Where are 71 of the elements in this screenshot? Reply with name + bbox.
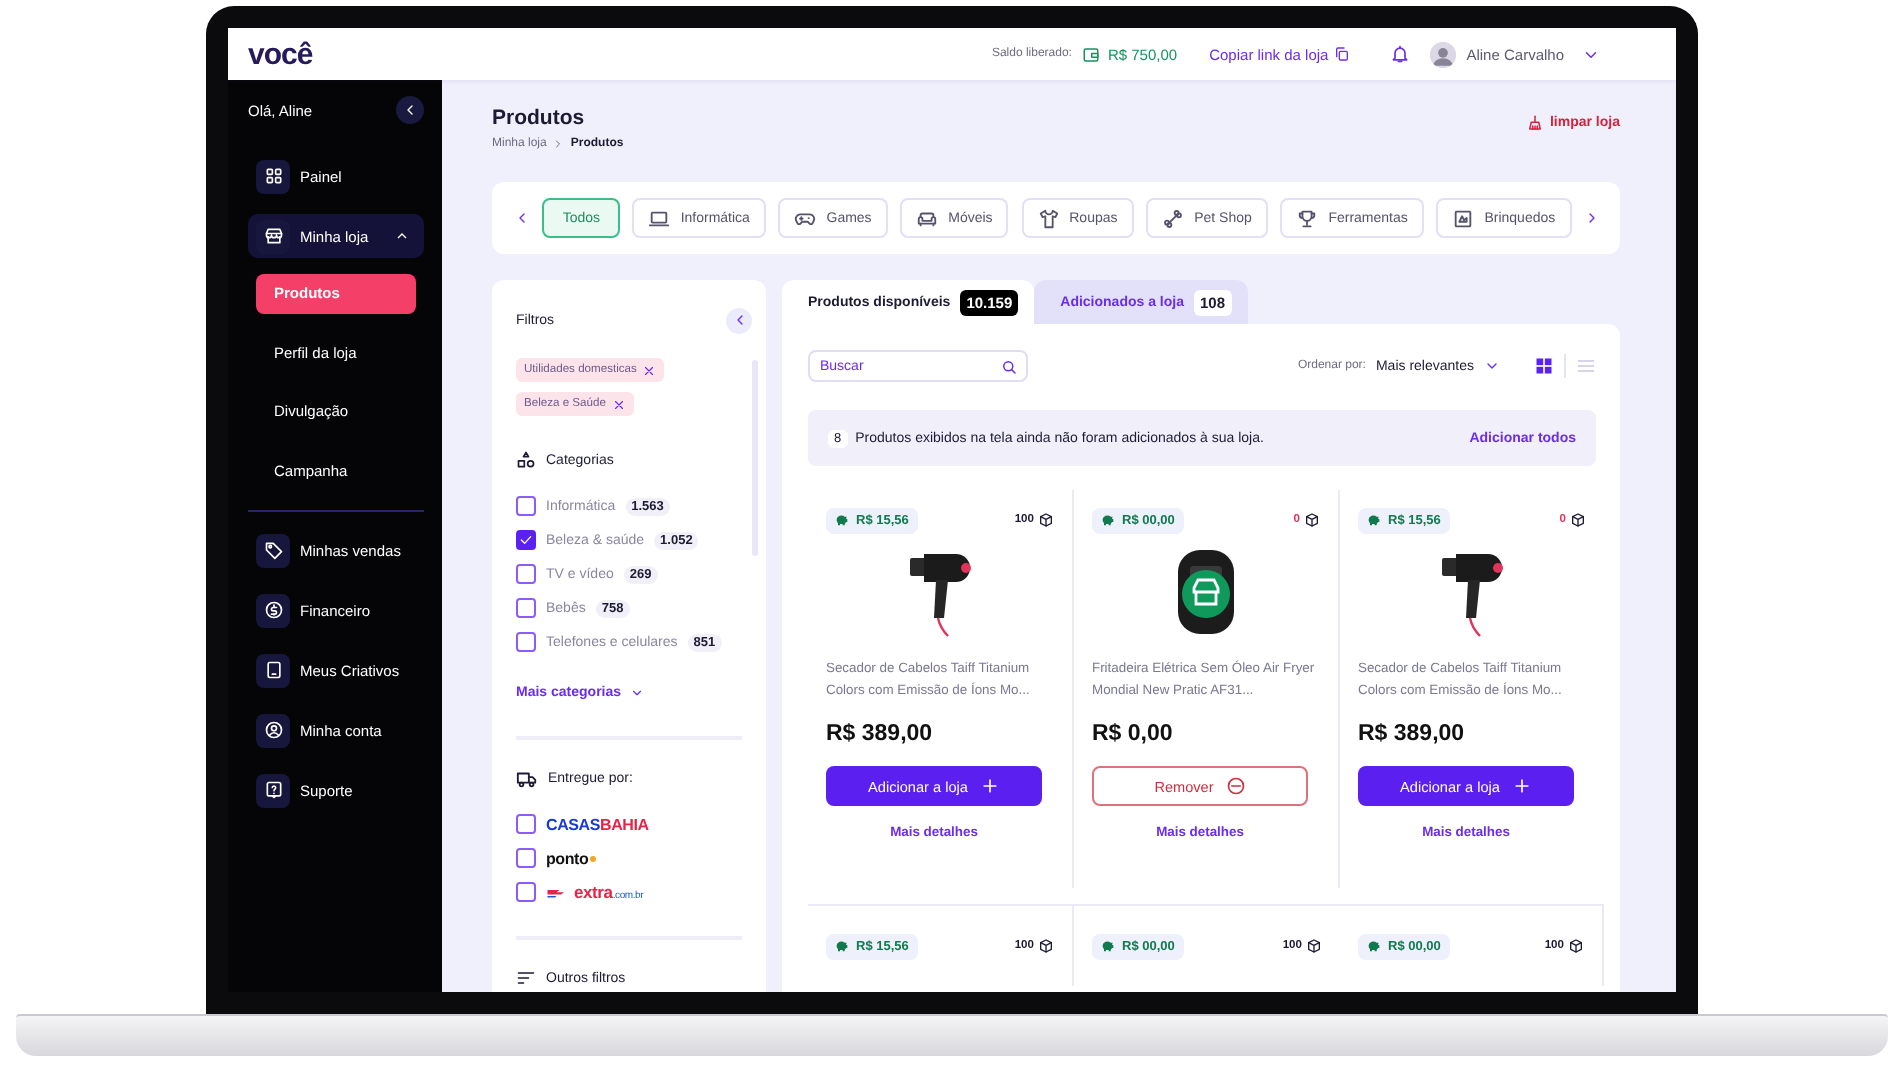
seller-logo-name: CASAS (546, 815, 601, 833)
seller-logo-name: extra (574, 882, 613, 902)
product-price: R$ 389,00 (826, 722, 933, 746)
search-icon (1000, 357, 1018, 375)
scroll-left-button[interactable] (514, 210, 530, 226)
minus-circle-icon (1225, 776, 1246, 796)
box-icon (1568, 938, 1584, 954)
notifications-button[interactable] (1390, 44, 1411, 64)
checkbox[interactable] (516, 848, 536, 868)
tablet-icon (263, 660, 283, 680)
grid-view-button[interactable] (1534, 356, 1554, 376)
checkbox[interactable] (516, 530, 536, 550)
list-view-icon (1576, 356, 1596, 376)
chevron-left-icon (402, 102, 418, 118)
wallet-icon (1081, 45, 1100, 63)
close-icon (642, 363, 657, 377)
remove-filter-button[interactable] (642, 363, 657, 377)
chevron-down-icon (1484, 358, 1500, 374)
page-title: Produtos (492, 106, 587, 130)
laptop-icon (648, 207, 671, 229)
product-price: R$ 389,00 (1358, 722, 1465, 746)
help-icon (263, 780, 283, 800)
piggy-bank-icon (1100, 512, 1116, 528)
broom-icon (1525, 114, 1544, 132)
remove-filter-button[interactable] (611, 397, 626, 411)
piggy-bank-icon (1366, 512, 1382, 528)
piggy-bank-icon (1366, 938, 1382, 954)
picture-frame-icon (1452, 207, 1475, 229)
chevron-down-icon (629, 685, 644, 699)
chevron-right-icon (552, 138, 565, 150)
checkbox[interactable] (516, 564, 536, 584)
plus-icon (1511, 776, 1532, 796)
shirt-icon (1037, 207, 1060, 229)
tag-icon (263, 540, 283, 560)
shapes-icon (516, 450, 536, 470)
bell-icon (1390, 44, 1411, 64)
bone-icon (1162, 207, 1185, 229)
chevron-left-icon (514, 210, 530, 226)
box-icon (1306, 938, 1322, 954)
plus-icon (979, 776, 1000, 796)
seller-logo-name: ponto (546, 849, 589, 867)
box-icon (1570, 512, 1586, 528)
filter-icon (516, 968, 536, 988)
box-icon (1304, 512, 1320, 528)
grid-view-icon (1534, 356, 1554, 376)
piggy-bank-icon (1100, 938, 1116, 954)
user-circle-icon (263, 720, 283, 740)
checkbox[interactable] (516, 496, 536, 516)
piggy-bank-icon (834, 512, 850, 528)
checkbox[interactable] (516, 632, 536, 652)
box-icon (1038, 938, 1054, 954)
collapse-sidebar-button[interactable] (396, 96, 424, 124)
checkbox[interactable] (516, 882, 536, 902)
store-icon (263, 226, 283, 246)
copy-icon (1334, 46, 1351, 62)
coin-icon (263, 600, 283, 620)
box-icon (1038, 512, 1054, 528)
trophy-icon (1296, 207, 1319, 229)
collapse-filters-button[interactable] (726, 307, 752, 333)
close-icon (611, 397, 626, 411)
checkmark-icon (518, 532, 534, 548)
checkbox[interactable] (516, 814, 536, 834)
logo: você (248, 37, 313, 71)
truck-icon (516, 767, 538, 789)
piggy-bank-icon (834, 938, 850, 954)
sofa-icon (916, 207, 939, 229)
dot-icon (590, 855, 597, 861)
checkbox[interactable] (516, 598, 536, 618)
dashboard-icon (263, 166, 283, 186)
seller-logo-suffix: BAHIA (600, 815, 649, 833)
product-price: R$ 0,00 (1092, 722, 1173, 746)
